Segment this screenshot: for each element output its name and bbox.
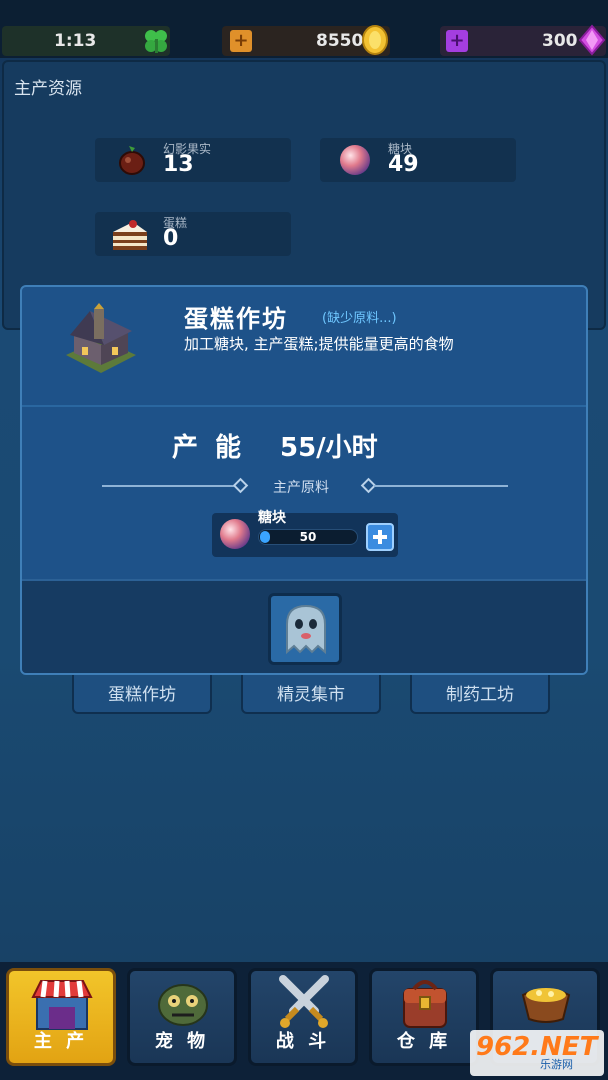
candy-ball-icon (338, 143, 372, 181)
nav-pets[interactable]: 宠 物 (127, 968, 237, 1066)
clover-icon (142, 27, 170, 59)
crossed-swords-icon (275, 975, 333, 1035)
add-gold-button[interactable]: + (230, 30, 252, 52)
section-diamond-left (232, 477, 249, 494)
section-line-left (102, 485, 236, 487)
material-name: 糖块 (258, 510, 286, 526)
tab-spirit-market[interactable]: 精灵集市 (241, 672, 381, 714)
resource-count: 13 (163, 152, 194, 177)
ghost-pet-icon (281, 602, 331, 660)
resource-card-cake: 蛋糕 0 (95, 212, 291, 256)
gold-pill[interactable]: + 8550 (222, 25, 390, 56)
material-progress-bar: 50 (258, 529, 358, 545)
top-status-bar: 1:13 + 8550 + 300 (0, 0, 608, 58)
gem-amount: 300 (542, 31, 578, 51)
resource-count: 49 (388, 152, 419, 177)
material-slot: 糖块 50 (212, 510, 398, 557)
pet-icon (154, 979, 212, 1033)
resources-title: 主产资源 (14, 79, 82, 99)
resource-card-phantom-fruit: 幻影果实 13 (95, 138, 291, 182)
workshop-description: 加工糖块, 主产蛋糕;提供能量更高的食物 (184, 335, 454, 353)
workshop-building-icon (60, 303, 142, 381)
capacity-value: 55/小时 (280, 433, 378, 463)
divider (22, 405, 586, 407)
nav-production[interactable]: 主 产 (6, 968, 116, 1066)
add-gem-button[interactable]: + (446, 30, 468, 52)
resource-count: 0 (163, 226, 179, 251)
watermark-sub: 乐游网 (540, 1058, 573, 1071)
tab-cake-workshop[interactable]: 蛋糕作坊 (72, 672, 212, 714)
candy-ball-icon (218, 517, 252, 555)
timer-pill: 1:13 (2, 26, 170, 56)
gold-coin-icon (360, 24, 390, 60)
capacity-label: 产 能 (172, 433, 246, 463)
material-quantity: 50 (299, 530, 317, 544)
nav-label: 宠 物 (154, 1031, 210, 1052)
nav-label: 主 产 (33, 1031, 89, 1052)
gem-pill[interactable]: + 300 (440, 24, 606, 56)
tab-pharmacy-workshop[interactable]: 制药工坊 (410, 672, 550, 714)
section-line-right (374, 485, 508, 487)
workshop-modal: 蛋糕作坊 (缺少原料...) 加工糖块, 主产蛋糕;提供能量更高的食物 产 能 … (20, 285, 588, 675)
worker-slot[interactable] (268, 593, 342, 665)
backpack-icon (396, 975, 454, 1035)
material-section-label: 主产原料 (273, 480, 329, 496)
treasure-bag-icon (517, 975, 575, 1029)
workshop-name: 蛋糕作坊 (184, 305, 288, 333)
purple-gem-icon (578, 24, 606, 60)
gold-amount: 8550 (316, 31, 364, 51)
timer-text: 1:13 (54, 31, 97, 51)
nav-storage[interactable]: 仓 库 (369, 968, 479, 1066)
cake-icon (109, 216, 151, 258)
watermark-brand: 962.NET (476, 1032, 598, 1062)
add-material-button[interactable] (366, 523, 394, 551)
resource-card-candy: 糖块 49 (320, 138, 516, 182)
phantom-fruit-icon (117, 144, 147, 180)
workshop-status: (缺少原料...) (322, 311, 397, 326)
nav-label: 仓 库 (396, 1031, 452, 1052)
nav-label: 战 斗 (275, 1031, 331, 1052)
nav-battle[interactable]: 战 斗 (248, 968, 358, 1066)
watermark-logo: 962.NET 乐游网 (470, 1030, 604, 1076)
